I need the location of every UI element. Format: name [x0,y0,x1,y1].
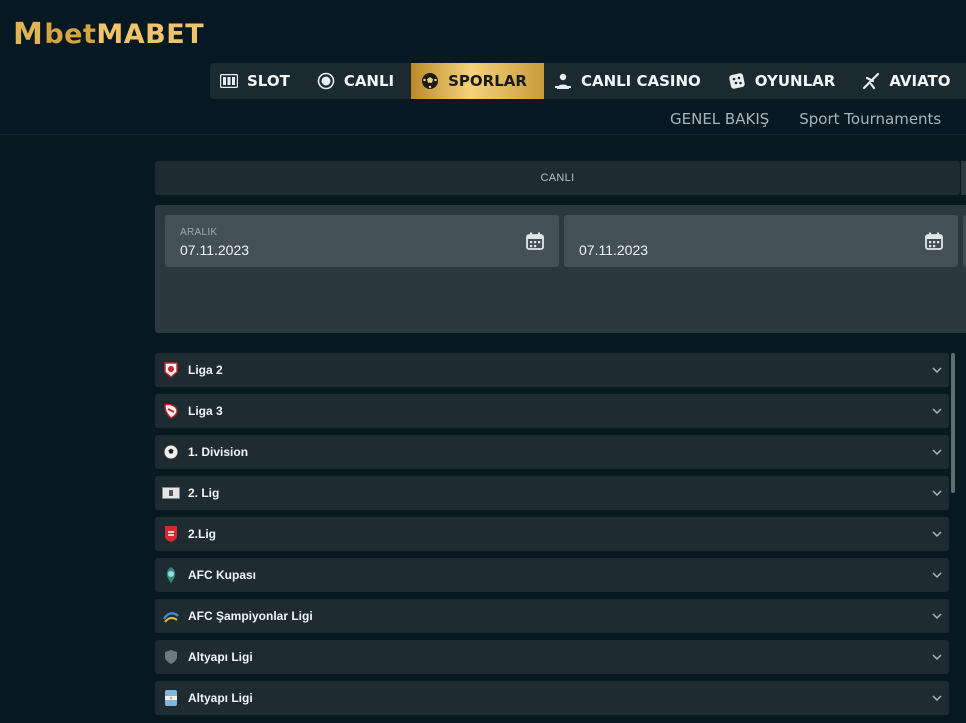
liga2-logo-icon [162,361,180,379]
nav-item-label: OYUNLAR [754,72,836,90]
liga3-logo-icon [162,402,180,420]
league-row[interactable]: 1. Division [155,435,949,469]
nav-item-aviator[interactable]: AVIATO [852,63,966,99]
tab-canli[interactable]: CANLI [155,161,960,195]
red-badge-icon [162,525,180,543]
subnav-overview-link[interactable]: GENEL BAKIŞ [670,110,769,128]
calendar-icon[interactable] [525,231,545,251]
dealer-icon [554,72,572,90]
plane-icon [862,72,880,90]
afc-cup-icon [162,566,180,584]
league-row[interactable]: 2.Lig [155,517,949,551]
site-header: Mbet MABET SLOT CANLI SPORLAR CANLI CASIN… [0,0,966,135]
lig-badge-icon [162,484,180,502]
date-to-value: 07.11.2023 [579,242,649,258]
league-name: Altyapı Ligi [188,691,253,705]
nav-item-sporlar[interactable]: SPORLAR [411,63,544,99]
brand-logo[interactable]: Mbet MABET [13,16,205,52]
league-row[interactable]: Liga 3 [155,394,949,428]
nav-item-slot[interactable]: SLOT [210,63,307,99]
slot-machine-icon [220,72,238,90]
nav-item-oyunlar[interactable]: OYUNLAR [718,63,853,99]
afc-champions-icon [162,607,180,625]
league-name: AFC Kupası [188,568,257,582]
football-icon [162,443,180,461]
logo-wordmark-strong: MABET [96,18,205,50]
live-dot-icon [317,72,335,90]
date-to-field[interactable]: 07.11.2023 [564,215,958,267]
league-list: Liga 2 Liga 3 1. Division 2. Lig 2.Lig A… [155,353,949,722]
league-name: Liga 3 [188,404,223,418]
date-from-field[interactable]: ARALIK 07.11.2023 [165,215,559,267]
subnav-tournaments-link[interactable]: Sport Tournaments [799,110,941,128]
league-name: Liga 2 [188,363,223,377]
league-row[interactable]: AFC Şampiyonlar Ligi [155,599,949,633]
league-row[interactable]: Altyapı Ligi [155,640,949,674]
league-name: 1. Division [188,445,249,459]
chevron-down-icon[interactable] [931,651,943,663]
dice-icon [728,72,746,90]
tab-next-edge[interactable] [961,161,966,195]
league-list-scrollbar[interactable] [951,353,955,493]
league-row[interactable]: Liga 2 [155,353,949,387]
chevron-down-icon[interactable] [931,692,943,704]
chevron-down-icon[interactable] [931,569,943,581]
league-name: 2.Lig [188,527,217,541]
nav-item-label: SLOT [247,72,290,90]
nav-item-label: AVIATO [889,72,951,90]
soccer-ball-icon [421,72,439,90]
league-name: AFC Şampiyonlar Ligi [188,609,313,623]
logo-mark: M [13,16,44,52]
chevron-down-icon[interactable] [931,610,943,622]
nav-item-label: CANLI CASINO [580,72,701,90]
calendar-icon[interactable] [924,231,944,251]
argentina-badge-icon [162,689,180,707]
chevron-down-icon[interactable] [931,528,943,540]
chevron-down-icon[interactable] [931,487,943,499]
logo-wordmark: bet [44,18,97,50]
chevron-down-icon[interactable] [931,446,943,458]
league-name: 2. Lig [188,486,220,500]
chevron-down-icon[interactable] [931,405,943,417]
date-filter-panel: ARALIK 07.11.2023 07.11.2023 [155,205,966,333]
shield-icon [162,648,180,666]
chevron-down-icon[interactable] [931,364,943,376]
league-row[interactable]: 2. Lig [155,476,949,510]
league-row[interactable]: Altyapı Ligi [155,681,949,715]
league-row[interactable]: AFC Kupası [155,558,949,592]
nav-item-canli[interactable]: CANLI [307,63,411,99]
league-name: Altyapı Ligi [188,650,253,664]
nav-item-label: SPORLAR [448,72,527,90]
date-from-value: 07.11.2023 [180,242,250,258]
nav-item-canli-casino[interactable]: CANLI CASINO [544,63,718,99]
nav-item-label: CANLI [343,72,395,90]
date-from-label: ARALIK [180,227,218,238]
sub-nav: GENEL BAKIŞ Sport Tournaments [670,110,941,128]
main-nav: SLOT CANLI SPORLAR CANLI CASINO OYUNLAR [210,63,966,99]
